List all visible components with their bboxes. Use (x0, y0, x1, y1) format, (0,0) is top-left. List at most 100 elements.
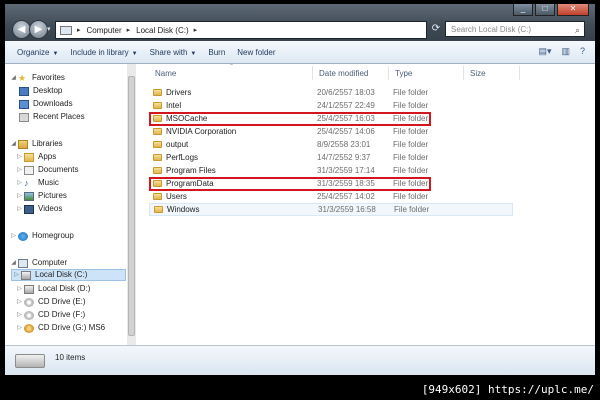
collapse-arrow-icon[interactable]: ▷ (15, 309, 24, 321)
nav-item-label: Desktop (33, 86, 63, 95)
minimize-button[interactable]: _ (513, 4, 533, 16)
drive-icon (15, 354, 45, 368)
cd-drive-icon (24, 310, 34, 320)
organize-label: Organize (17, 47, 50, 57)
column-type[interactable]: Type (395, 69, 412, 78)
folder-icon (153, 141, 162, 148)
new-folder-button[interactable]: New folder (237, 48, 275, 57)
preview-pane-icon[interactable]: ▥ (561, 46, 570, 57)
nav-item-pictures[interactable]: ▷ Pictures (15, 190, 67, 202)
search-icon[interactable]: ⌕ (575, 22, 580, 38)
file-date: 31/3/2559 16:58 (318, 205, 376, 214)
column-divider[interactable] (312, 66, 313, 80)
include-in-library-button[interactable]: Include in library ▼ (70, 48, 137, 57)
file-row[interactable]: PerfLogs 14/7/2552 9:37 File folder (149, 151, 513, 164)
column-size[interactable]: Size (470, 69, 486, 78)
file-row[interactable]: output 8/9/2558 23:01 File folder (149, 138, 513, 151)
command-bar: Organize ▼ Include in library ▼ Share with… (5, 41, 595, 64)
collapse-arrow-icon[interactable]: ▷ (15, 203, 24, 215)
nav-item-music[interactable]: ▷ ♪ Music (15, 177, 59, 189)
include-in-library-label: Include in library (70, 47, 129, 57)
file-row[interactable]: Intel 24/1/2557 22:49 File folder (149, 99, 513, 112)
nav-libraries-label: Libraries (32, 139, 63, 148)
nav-item-cd-drive-e[interactable]: ▷ CD Drive (E:) (15, 296, 86, 308)
organize-button[interactable]: Organize ▼ (17, 48, 58, 57)
nav-item-label: Local Disk (C:) (35, 270, 88, 279)
column-divider[interactable] (463, 66, 464, 80)
nav-libraries[interactable]: ◢ Libraries (9, 138, 63, 150)
nav-item-label: Pictures (38, 191, 67, 200)
breadcrumb-computer[interactable]: Computer (87, 26, 122, 35)
collapse-arrow-icon[interactable]: ▷ (15, 151, 24, 163)
nav-item-local-disk-c[interactable]: ▷ Local Disk (C:) (11, 269, 126, 281)
explorer-window: ◀ ▶ ▾ ▸ Computer ▸ Local Disk (C:) ▸ ⟳ S… (5, 4, 595, 375)
file-date: 31/3/2559 17:14 (317, 166, 375, 175)
burn-button[interactable]: Burn (208, 48, 225, 57)
nav-homegroup-label: Homegroup (32, 231, 74, 240)
nav-computer[interactable]: ◢ Computer (9, 257, 67, 269)
scrollbar-thumb[interactable] (128, 76, 135, 336)
maximize-button[interactable]: □ (535, 4, 555, 16)
breadcrumb-chevron-icon[interactable]: ▸ (194, 26, 198, 34)
nav-item-label: CD Drive (F:) (38, 310, 86, 319)
expand-arrow-icon[interactable]: ◢ (9, 257, 18, 269)
recent-pages-dropdown-icon[interactable]: ▾ (47, 25, 51, 33)
column-divider[interactable] (519, 66, 520, 80)
nav-item-cd-drive-g[interactable]: ▷ CD Drive (G:) MS6 (15, 322, 105, 334)
collapse-arrow-icon[interactable]: ▷ (9, 230, 18, 242)
nav-item-local-disk-d[interactable]: ▷ Local Disk (D:) (15, 283, 90, 295)
nav-favorites[interactable]: ◢ ★ Favorites (9, 72, 65, 84)
change-view-icon[interactable]: ▤▾ (538, 46, 551, 57)
file-date: 24/1/2557 22:49 (317, 101, 375, 110)
expand-arrow-icon[interactable]: ◢ (9, 72, 18, 84)
collapse-arrow-icon[interactable]: ▷ (15, 322, 24, 334)
collapse-arrow-icon[interactable]: ▷ (15, 283, 24, 295)
share-with-button[interactable]: Share with ▼ (150, 48, 197, 57)
search-placeholder: Search Local Disk (C:) (451, 25, 532, 34)
column-date-modified[interactable]: Date modified (319, 69, 368, 78)
expand-arrow-icon[interactable]: ◢ (9, 138, 18, 150)
nav-homegroup[interactable]: ▷ Homegroup (9, 230, 74, 242)
nav-item-label: Recent Places (33, 112, 85, 121)
folder-icon (153, 154, 162, 161)
collapse-arrow-icon[interactable]: ▷ (15, 177, 24, 189)
breadcrumb-chevron-icon[interactable]: ▸ (127, 26, 131, 34)
nav-item-downloads[interactable]: Downloads (19, 98, 73, 110)
file-row[interactable]: Program Files 31/3/2559 17:14 File folde… (149, 164, 513, 177)
nav-item-desktop[interactable]: Desktop (19, 85, 62, 97)
item-count: 10 items (55, 353, 86, 362)
file-row[interactable]: NVIDIA Corporation 25/4/2557 14:06 File … (149, 125, 513, 138)
collapse-arrow-icon[interactable]: ▷ (15, 190, 24, 202)
nav-item-label: Music (38, 178, 59, 187)
file-row[interactable]: Users 25/4/2557 14:02 File folder (149, 190, 513, 203)
collapse-arrow-icon[interactable]: ▷ (12, 269, 21, 281)
close-button[interactable]: ✕ (557, 4, 589, 16)
forward-button[interactable]: ▶ (29, 20, 48, 39)
collapse-arrow-icon[interactable]: ▷ (15, 296, 24, 308)
nav-item-apps[interactable]: ▷ Apps (15, 151, 56, 163)
column-headers: Name ⌃ Date modified Type Size (137, 64, 595, 80)
nav-item-cd-drive-f[interactable]: ▷ CD Drive (F:) (15, 309, 85, 321)
documents-icon (24, 165, 34, 175)
music-icon: ♪ (24, 177, 29, 188)
column-name[interactable]: Name (155, 69, 176, 78)
file-row[interactable]: Drivers 20/6/2557 18:03 File folder (149, 86, 513, 99)
nav-item-recent-places[interactable]: Recent Places (19, 111, 85, 123)
recent-places-icon (19, 112, 29, 122)
refresh-icon[interactable]: ⟳ (429, 21, 443, 37)
highlight-box-programdata (149, 177, 431, 191)
nav-scrollbar[interactable] (127, 64, 136, 345)
drive-icon (24, 284, 34, 294)
nav-item-documents[interactable]: ▷ Documents (15, 164, 78, 176)
search-input[interactable]: Search Local Disk (C:) ⌕ (445, 21, 585, 37)
address-bar[interactable]: ▸ Computer ▸ Local Disk (C:) ▸ (55, 21, 427, 39)
file-row-hovered[interactable]: Windows 31/3/2559 16:58 File folder (149, 203, 513, 216)
collapse-arrow-icon[interactable]: ▷ (15, 164, 24, 176)
breadcrumb-chevron-icon[interactable]: ▸ (77, 26, 81, 34)
nav-item-videos[interactable]: ▷ Videos (15, 203, 62, 215)
nav-item-label: Apps (38, 152, 57, 161)
help-icon[interactable]: ? (580, 46, 585, 57)
column-divider[interactable] (388, 66, 389, 80)
file-name: PerfLogs (166, 153, 199, 162)
breadcrumb-local-disk[interactable]: Local Disk (C:) (136, 26, 188, 35)
